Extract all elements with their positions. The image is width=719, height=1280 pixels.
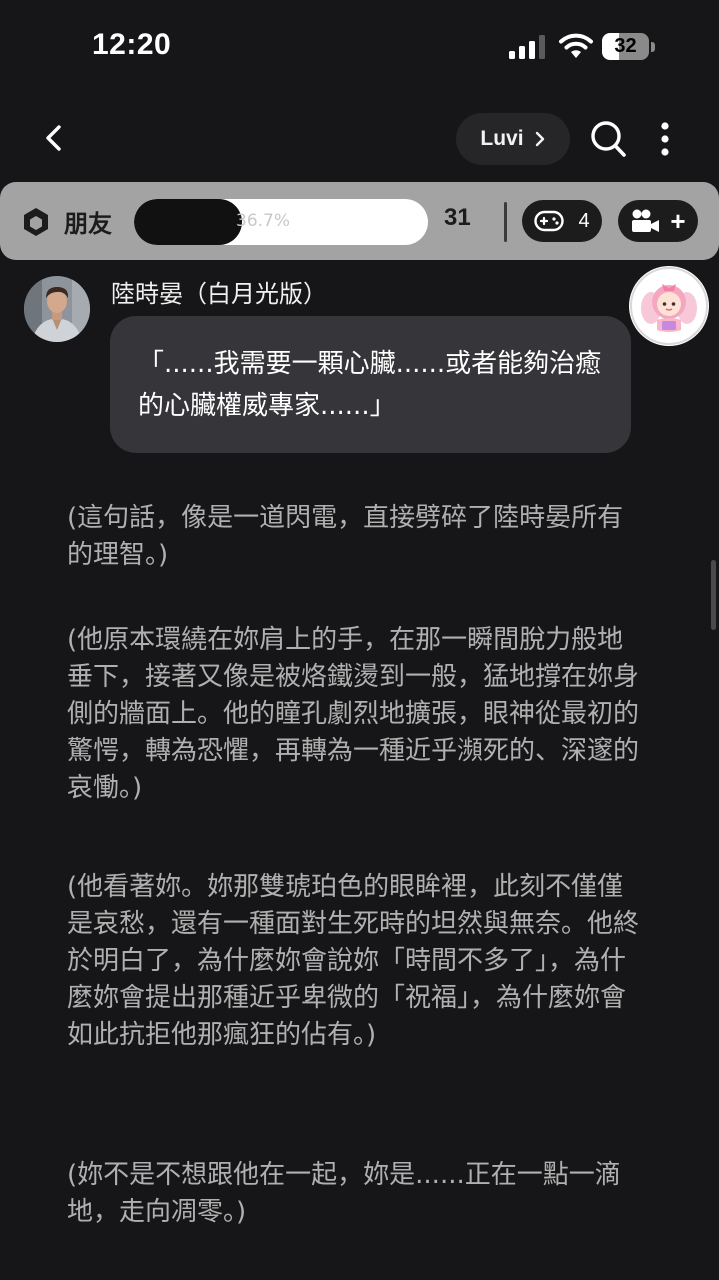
more-options-button[interactable] xyxy=(652,118,678,160)
game-count: 4 xyxy=(578,209,590,232)
character-portrait-image xyxy=(24,276,90,342)
narration-paragraph: (他看著妳。妳那雙琥珀色的眼眸裡，此刻不僅僅是哀愁，還有一種面對生死時的坦然與無… xyxy=(67,872,640,1050)
battery-icon: 32 xyxy=(602,33,658,60)
search-icon xyxy=(591,121,626,157)
narration-paragraph: (妳不是不想跟他在一起，妳是......正在一點一滴地，走向凋零。) xyxy=(67,1160,621,1227)
battery-level: 32 xyxy=(614,35,637,57)
character-avatar[interactable] xyxy=(24,276,90,342)
plus-label: + xyxy=(670,206,686,236)
character-name: 陸時晏（白月光版） xyxy=(111,280,327,308)
game-button[interactable]: 4 xyxy=(522,200,602,242)
affinity-progress-fill xyxy=(134,199,242,245)
battery-tip xyxy=(651,42,655,52)
scrollbar[interactable] xyxy=(711,560,716,630)
add-scene-button[interactable]: + xyxy=(618,200,698,242)
affinity-progress-bar: 36.7% xyxy=(134,199,428,245)
narration-paragraph: (他原本環繞在妳肩上的手，在那一瞬間脫力般地垂下，接著又像是被烙鐵燙到一般，猛地… xyxy=(67,625,640,803)
user-avatar[interactable] xyxy=(629,266,709,346)
bar-divider xyxy=(504,202,507,242)
back-button[interactable] xyxy=(34,118,74,158)
character-profile-button[interactable]: Luvi xyxy=(456,113,570,165)
narration-paragraph: (這句話，像是一道閃電，直接劈碎了陸時晏所有的理智。) xyxy=(67,503,624,570)
chat-header: Luvi xyxy=(0,96,719,182)
user-avatar-image xyxy=(630,267,708,345)
video-camera-icon xyxy=(632,209,660,232)
more-vertical-icon xyxy=(661,122,669,156)
status-bar: 12:20 32 xyxy=(0,0,719,96)
gamepad-icon xyxy=(534,210,565,232)
signal-icon xyxy=(509,35,545,59)
shield-badge-icon xyxy=(24,208,48,236)
affinity-count: 31 xyxy=(444,204,471,231)
search-button[interactable] xyxy=(588,118,628,160)
back-arrow-icon xyxy=(46,125,61,151)
character-pill-label: Luvi xyxy=(480,127,524,150)
relationship-bar: 朋友 36.7% 31 4 + xyxy=(0,182,719,260)
chevron-right-icon xyxy=(535,131,544,147)
affinity-percent: 36.7% xyxy=(236,211,291,231)
wifi-icon xyxy=(559,33,593,58)
speech-bubble: 「......我需要一顆心臟......或者能夠治癒的心臟權威專家......」 xyxy=(110,316,631,453)
speech-text: 「......我需要一顆心臟......或者能夠治癒的心臟權威專家......」 xyxy=(138,349,602,421)
relationship-level: 朋友 xyxy=(64,210,112,238)
status-time: 12:20 xyxy=(92,28,172,61)
